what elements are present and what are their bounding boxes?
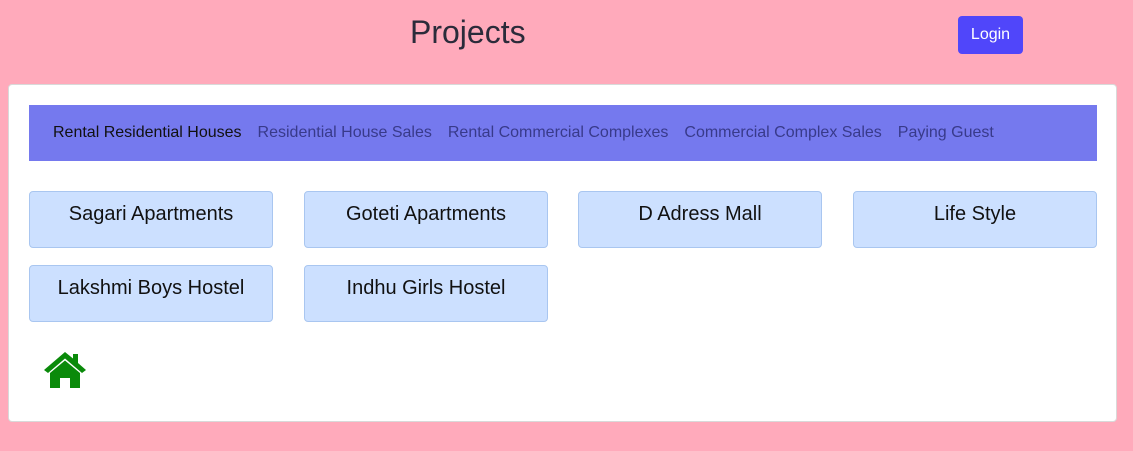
project-tile-lakshmi-boys-hostel[interactable]: Lakshmi Boys Hostel xyxy=(29,265,273,322)
project-tile-sagari-apartments[interactable]: Sagari Apartments xyxy=(29,191,273,248)
tab-residential-house-sales[interactable]: Residential House Sales xyxy=(250,124,440,142)
projects-panel: Rental Residential Houses Residential Ho… xyxy=(8,84,1117,422)
project-tile-goteti-apartments[interactable]: Goteti Apartments xyxy=(304,191,548,248)
page: Projects Login Rental Residential Houses… xyxy=(0,0,1133,451)
tab-commercial-complex-sales[interactable]: Commercial Complex Sales xyxy=(676,124,889,142)
login-button[interactable]: Login xyxy=(958,16,1023,54)
tab-rental-commercial-complexes[interactable]: Rental Commercial Complexes xyxy=(440,124,677,142)
page-title: Projects xyxy=(410,14,526,50)
home-icon[interactable] xyxy=(42,350,88,390)
category-tabbar: Rental Residential Houses Residential Ho… xyxy=(29,105,1097,161)
project-tile-indhu-girls-hostel[interactable]: Indhu Girls Hostel xyxy=(304,265,548,322)
tab-paying-guest[interactable]: Paying Guest xyxy=(890,124,1002,142)
project-tile-life-style[interactable]: Life Style xyxy=(853,191,1097,248)
tab-rental-residential-houses[interactable]: Rental Residential Houses xyxy=(45,124,250,142)
project-tile-d-adress-mall[interactable]: D Adress Mall xyxy=(578,191,822,248)
